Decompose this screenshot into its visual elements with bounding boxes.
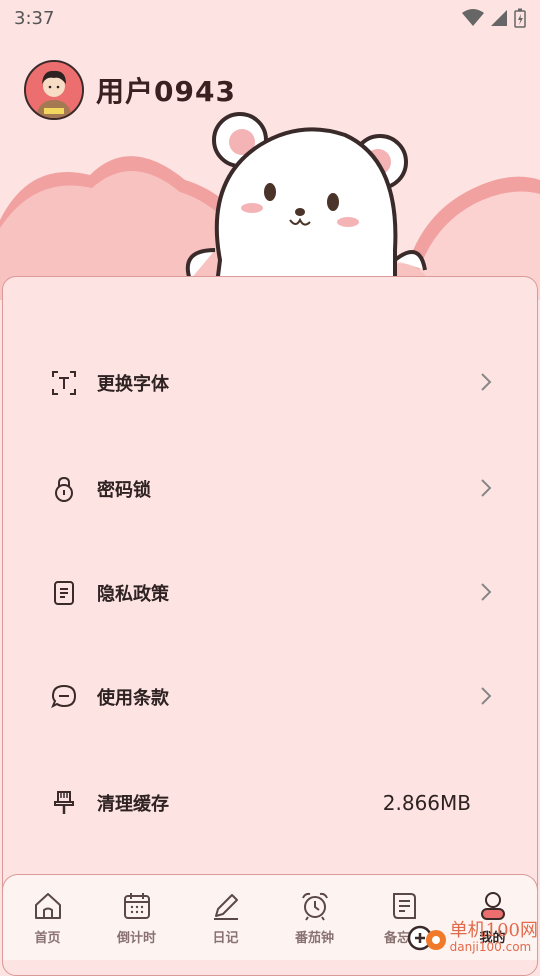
menu-label: 使用条款 <box>97 688 169 709</box>
menu-label: 更换字体 <box>97 374 169 395</box>
signal-icon <box>491 10 507 26</box>
menu-item-terms-of-use[interactable]: 使用条款 <box>49 677 499 717</box>
font-icon <box>49 368 79 398</box>
nav-item-countdown[interactable]: 倒计时 <box>97 889 177 946</box>
status-icons <box>462 8 526 28</box>
status-time: 3:37 <box>14 7 55 29</box>
document-icon <box>49 578 79 608</box>
calendar-icon <box>120 889 154 923</box>
menu-label: 隐私政策 <box>97 584 169 605</box>
nav-label: 番茄钟 <box>294 931 334 946</box>
username: 用户0943 <box>96 75 236 108</box>
watermark-url: danji100.com <box>449 940 532 955</box>
watermark-logo-icon <box>406 918 446 958</box>
nav-label: 首页 <box>34 931 61 946</box>
menu-label: 密码锁 <box>97 480 151 501</box>
bear-illustration <box>185 112 427 300</box>
menu-item-change-font[interactable]: 更换字体 <box>49 363 499 403</box>
menu-item-clear-cache[interactable]: 清理缓存 2.866MB <box>49 783 499 823</box>
chevron-right-icon <box>481 373 492 391</box>
battery-icon <box>514 8 526 28</box>
settings-panel: 更换字体 密码锁 隐私政策 使用条款 清理缓存 2.866MB <box>2 276 538 976</box>
chevron-right-icon <box>481 583 492 601</box>
avatar[interactable] <box>24 60 84 120</box>
nav-item-diary[interactable]: 日记 <box>186 889 266 946</box>
wifi-icon <box>462 9 484 26</box>
home-icon <box>31 889 65 923</box>
alarm-clock-icon <box>298 889 332 923</box>
profile-header[interactable]: 用户0943 <box>24 60 236 120</box>
nav-item-home[interactable]: 首页 <box>8 889 88 946</box>
brush-icon <box>49 788 79 818</box>
menu-item-privacy-policy[interactable]: 隐私政策 <box>49 573 499 613</box>
pen-icon <box>209 889 243 923</box>
header-illustration <box>0 112 540 300</box>
menu-item-password-lock[interactable]: 密码锁 <box>49 469 499 509</box>
watermark-name: 单机100网 <box>449 920 538 942</box>
chevron-right-icon <box>481 687 492 705</box>
avatar-image <box>26 62 82 118</box>
menu-label: 清理缓存 <box>97 794 169 815</box>
nav-label: 倒计时 <box>116 931 156 946</box>
nav-item-pomodoro[interactable]: 番茄钟 <box>275 889 355 946</box>
status-bar: 3:37 <box>0 0 540 36</box>
nav-label: 日记 <box>212 931 239 946</box>
watermark: 单机100网 danji100.com <box>406 918 538 958</box>
chat-icon <box>49 682 79 712</box>
chevron-right-icon <box>481 479 492 497</box>
lock-icon <box>49 474 79 504</box>
cache-size: 2.866MB <box>382 791 471 815</box>
